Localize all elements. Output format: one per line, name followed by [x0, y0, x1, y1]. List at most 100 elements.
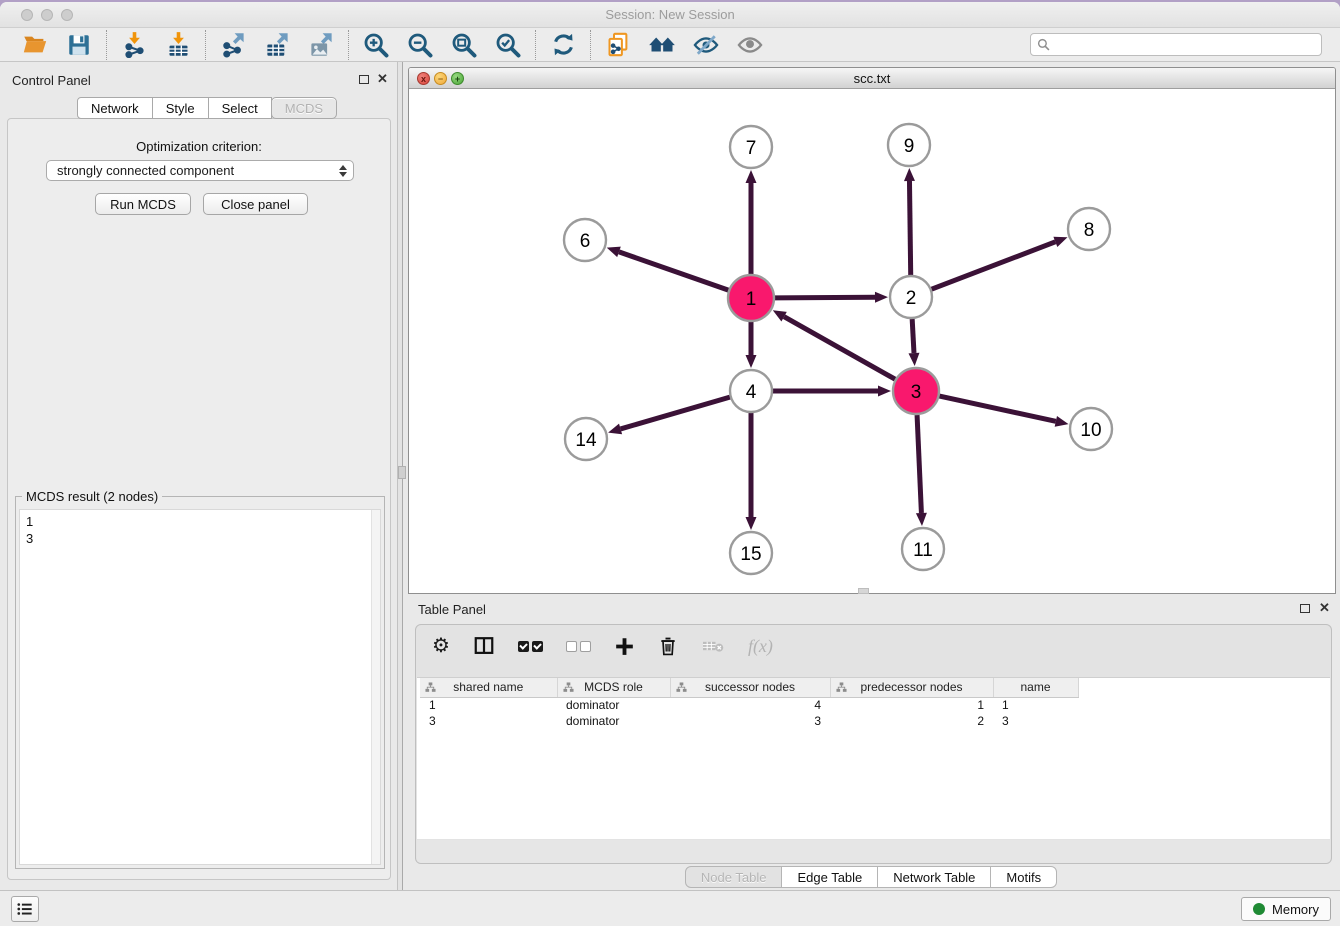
selected-criterion: strongly connected component — [57, 163, 339, 178]
column-header-shared-name[interactable]: shared name — [420, 678, 557, 697]
delete-row-trash-icon[interactable] — [658, 634, 678, 658]
graph-edge-2-8[interactable] — [932, 242, 1056, 289]
graph-edge-3-10[interactable] — [939, 396, 1055, 421]
show-graphics-eye-icon[interactable] — [736, 31, 764, 59]
tab-network-table[interactable]: Network Table — [877, 866, 991, 888]
save-session-icon[interactable] — [65, 31, 93, 59]
graph-node-11[interactable]: 11 — [902, 528, 944, 570]
memory-button[interactable]: Memory — [1241, 897, 1331, 921]
svg-text:9: 9 — [904, 136, 915, 157]
mcds-result-title: MCDS result (2 nodes) — [22, 489, 162, 504]
svg-text:7: 7 — [746, 138, 757, 159]
hide-graphics-eye-icon[interactable] — [692, 31, 720, 59]
network-graph[interactable]: 7 9 6 8 1 2 4 3 14 10 15 11 — [409, 89, 1335, 593]
import-table-icon[interactable] — [164, 31, 192, 59]
svg-text:10: 10 — [1080, 420, 1101, 441]
graph-node-1[interactable]: 1 — [728, 275, 774, 321]
svg-text:3: 3 — [911, 382, 922, 403]
memory-label: Memory — [1272, 902, 1319, 917]
graph-node-4[interactable]: 4 — [730, 370, 772, 412]
graph-node-3[interactable]: 3 — [893, 368, 939, 414]
task-history-button[interactable] — [11, 896, 39, 922]
optimization-criterion-select[interactable]: strongly connected component — [46, 160, 354, 181]
titlebar: Session: New Session — [0, 2, 1340, 28]
graph-edge-1-2[interactable] — [775, 297, 875, 298]
close-panel-button[interactable]: Close panel — [203, 193, 308, 215]
tab-motifs[interactable]: Motifs — [990, 866, 1057, 888]
graph-node-15[interactable]: 15 — [730, 532, 772, 574]
table-row[interactable]: 1dominator411 — [420, 697, 1078, 713]
table-panel-float-icon[interactable] — [1300, 604, 1310, 613]
graph-node-7[interactable]: 7 — [730, 126, 772, 168]
mcds-result-textarea[interactable]: 1 3 — [19, 509, 381, 865]
import-network-icon[interactable] — [120, 31, 148, 59]
run-mcds-button[interactable]: Run MCDS — [95, 193, 191, 215]
graph-node-2[interactable]: 2 — [890, 276, 932, 318]
zoom-out-icon[interactable] — [406, 31, 434, 59]
neighbors-houses-icon[interactable] — [648, 31, 676, 59]
export-network-icon[interactable] — [219, 31, 247, 59]
svg-text:1: 1 — [746, 289, 757, 310]
deselect-all-icon[interactable] — [566, 634, 591, 658]
zoom-selected-icon[interactable] — [494, 31, 522, 59]
svg-text:6: 6 — [580, 231, 591, 252]
show-columns-icon[interactable] — [473, 634, 495, 658]
function-builder-icon: f(x) — [748, 634, 773, 658]
export-table-icon[interactable] — [263, 31, 291, 59]
graph-arrowhead-1-6 — [607, 247, 621, 257]
search-field[interactable] — [1030, 33, 1322, 56]
search-icon — [1037, 38, 1050, 51]
control-panel-float-icon[interactable] — [359, 75, 369, 84]
table-panel-title: Table Panel — [418, 602, 486, 617]
control-panel-close-icon[interactable]: ✕ — [377, 74, 388, 84]
tab-network[interactable]: Network — [77, 97, 153, 119]
export-image-icon[interactable] — [307, 31, 335, 59]
tab-node-table[interactable]: Node Table — [685, 866, 783, 888]
column-header-successor-nodes[interactable]: successor nodes — [670, 678, 830, 697]
graph-node-9[interactable]: 9 — [888, 124, 930, 166]
graph-node-6[interactable]: 6 — [564, 219, 606, 261]
main-toolbar — [0, 28, 1340, 62]
tab-edge-table[interactable]: Edge Table — [781, 866, 878, 888]
select-all-icon[interactable] — [518, 634, 543, 658]
open-session-icon[interactable] — [21, 31, 49, 59]
node-table-grid[interactable]: shared nameMCDS rolesuccessor nodesprede… — [420, 678, 1079, 729]
network-canvas[interactable]: 7 9 6 8 1 2 4 3 14 10 15 11 — [409, 89, 1335, 593]
status-bar: Memory — [0, 890, 1340, 926]
graph-arrowhead-4-15 — [746, 517, 757, 530]
graph-edge-3-11[interactable] — [917, 415, 921, 513]
panel-splitter-grip[interactable] — [398, 466, 406, 479]
column-header-name[interactable]: name — [993, 678, 1078, 697]
graph-node-8[interactable]: 8 — [1068, 208, 1110, 250]
table-panel: ⚙ f(x) — [415, 624, 1332, 864]
clone-network-icon[interactable] — [604, 31, 632, 59]
table-row[interactable]: 3dominator323 — [420, 713, 1078, 729]
tab-mcds[interactable]: MCDS — [271, 97, 337, 119]
graph-node-14[interactable]: 14 — [565, 418, 607, 460]
zoom-in-icon[interactable] — [362, 31, 390, 59]
table-settings-icon[interactable]: ⚙ — [432, 634, 450, 658]
column-header-MCDS-role[interactable]: MCDS role — [557, 678, 670, 697]
horizontal-splitter-grip[interactable] — [858, 588, 869, 594]
add-row-icon[interactable] — [614, 634, 635, 658]
network-window-titlebar[interactable]: x − + scc.txt — [409, 68, 1335, 89]
table-scroll-strip[interactable] — [417, 840, 1330, 863]
graph-arrowhead-3-10 — [1055, 416, 1069, 427]
graph-edge-3-1[interactable] — [784, 317, 895, 380]
graph-arrowhead-1-7 — [746, 170, 757, 183]
tab-select[interactable]: Select — [208, 97, 272, 119]
graph-node-10[interactable]: 10 — [1070, 408, 1112, 450]
graph-edge-1-6[interactable] — [619, 252, 728, 290]
graph-edge-2-3[interactable] — [912, 319, 914, 353]
result-scrollbar[interactable] — [371, 510, 380, 864]
zoom-fit-icon[interactable] — [450, 31, 478, 59]
tab-style[interactable]: Style — [152, 97, 209, 119]
graph-edge-4-14[interactable] — [621, 397, 730, 429]
table-panel-close-icon[interactable]: ✕ — [1319, 603, 1330, 613]
graph-edge-2-9[interactable] — [909, 181, 910, 275]
refresh-layout-icon[interactable] — [549, 31, 577, 59]
control-panel-title: Control Panel — [12, 73, 91, 88]
search-input[interactable] — [1054, 37, 1315, 52]
column-header-predecessor-nodes[interactable]: predecessor nodes — [830, 678, 993, 697]
graph-arrowhead-4-3 — [878, 386, 891, 397]
